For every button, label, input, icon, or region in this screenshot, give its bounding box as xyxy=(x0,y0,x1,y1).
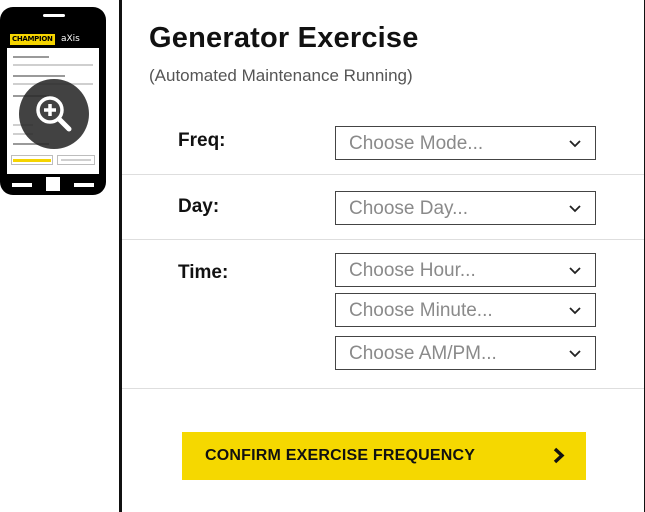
freq-label: Freq: xyxy=(178,130,226,151)
ampm-select-value: Choose AM/PM... xyxy=(349,343,497,364)
champion-logo: CHAMPION xyxy=(10,34,55,45)
freq-select-value: Choose Mode... xyxy=(349,133,484,154)
ampm-select[interactable]: Choose AM/PM... xyxy=(335,336,596,370)
chevron-down-icon xyxy=(569,267,581,275)
generator-exercise-panel: Generator Exercise (Automated Maintenanc… xyxy=(119,0,645,512)
confirm-exercise-frequency-button[interactable]: CONFIRM EXERCISE FREQUENCY xyxy=(182,432,586,480)
chevron-right-icon xyxy=(553,447,565,464)
preview-line xyxy=(13,64,93,66)
hour-select[interactable]: Choose Hour... xyxy=(335,253,596,287)
chevron-down-icon xyxy=(569,350,581,358)
divider xyxy=(122,239,644,240)
menu-button-icon xyxy=(74,183,94,187)
day-label: Day: xyxy=(178,196,220,217)
phone-thumbnail[interactable]: CHAMPION aXis xyxy=(0,7,106,195)
chevron-down-icon xyxy=(569,140,581,148)
axis-logo: aXis xyxy=(61,34,80,44)
back-button-icon xyxy=(12,183,32,187)
confirm-button-label: CONFIRM EXERCISE FREQUENCY xyxy=(205,447,476,464)
logo-bar: CHAMPION aXis xyxy=(7,31,99,48)
page-title: Generator Exercise xyxy=(149,22,419,54)
minute-select[interactable]: Choose Minute... xyxy=(335,293,596,327)
hour-select-value: Choose Hour... xyxy=(349,260,476,281)
page-subtitle: (Automated Maintenance Running) xyxy=(149,66,413,85)
minute-select-value: Choose Minute... xyxy=(349,300,493,321)
freq-select[interactable]: Choose Mode... xyxy=(335,126,596,160)
phone-speaker xyxy=(43,14,65,17)
chevron-down-icon xyxy=(569,205,581,213)
preview-line xyxy=(61,159,91,161)
divider xyxy=(122,388,644,389)
day-select-value: Choose Day... xyxy=(349,198,468,219)
day-select[interactable]: Choose Day... xyxy=(335,191,596,225)
preview-line xyxy=(13,75,65,77)
divider xyxy=(122,174,644,175)
preview-confirm-bar xyxy=(13,159,51,162)
time-label: Time: xyxy=(178,262,229,283)
chevron-down-icon xyxy=(569,307,581,315)
zoom-in-icon[interactable] xyxy=(19,79,89,149)
preview-line xyxy=(13,56,49,58)
home-button-icon xyxy=(46,177,60,191)
